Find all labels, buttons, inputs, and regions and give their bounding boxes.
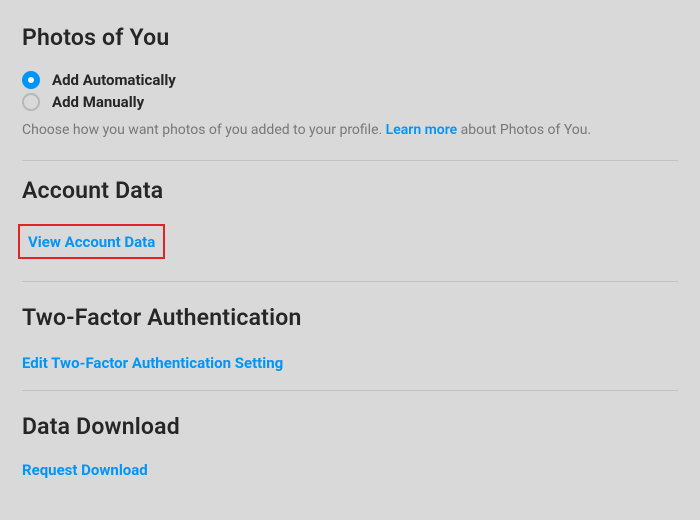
radio-unchecked-icon [22,93,40,111]
section-photos-of-you: Photos of You Add Automatically Add Manu… [22,12,678,161]
radio-checked-icon [22,71,40,89]
view-account-data-link[interactable]: View Account Data [28,233,155,251]
radio-add-manually[interactable]: Add Manually [22,91,678,113]
section-data-download: Data Download Request Download [22,391,678,497]
two-factor-heading: Two-Factor Authentication [22,304,678,331]
section-two-factor: Two-Factor Authentication Edit Two-Facto… [22,282,678,391]
data-download-heading: Data Download [22,413,678,440]
radio-label: Add Automatically [52,71,176,89]
section-account-data: Account Data View Account Data [22,161,678,282]
edit-two-factor-link[interactable]: Edit Two-Factor Authentication Setting [22,354,283,372]
radio-add-automatically[interactable]: Add Automatically [22,69,678,91]
radio-label: Add Manually [52,93,144,111]
photos-heading: Photos of You [22,24,678,51]
highlight-annotation: View Account Data [18,224,165,259]
help-text-pre: Choose how you want photos of you added … [22,122,386,138]
photos-help-text: Choose how you want photos of you added … [22,121,678,140]
help-text-post: about Photos of You. [457,122,591,138]
learn-more-link[interactable]: Learn more [386,122,457,138]
settings-page: Photos of You Add Automatically Add Manu… [0,0,700,497]
request-download-link[interactable]: Request Download [22,461,148,479]
photos-radio-group: Add Automatically Add Manually [22,69,678,113]
account-data-heading: Account Data [22,177,678,204]
